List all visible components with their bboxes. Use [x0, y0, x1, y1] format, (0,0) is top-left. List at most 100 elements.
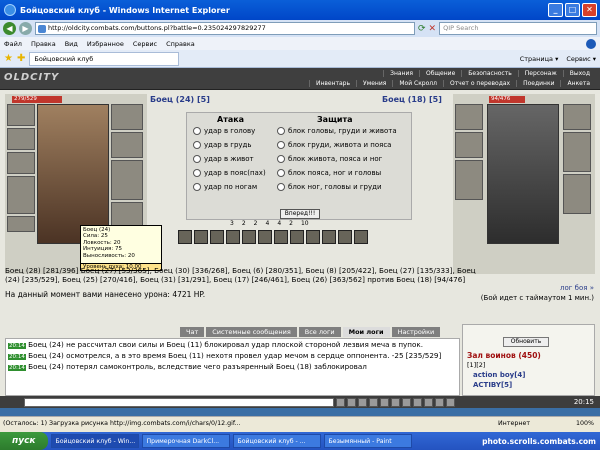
refresh-icon[interactable]: ⟳ — [418, 24, 426, 34]
skill-icon[interactable] — [210, 230, 224, 244]
close-button[interactable]: ✕ — [582, 3, 597, 17]
earring-slot[interactable] — [111, 104, 143, 130]
bracer-slot[interactable] — [7, 152, 35, 174]
menu-view[interactable]: Вид — [65, 40, 78, 48]
attack-stomach[interactable]: удар в живот — [193, 155, 254, 163]
settings-icon[interactable] — [435, 397, 444, 407]
chat-mode-icon[interactable] — [413, 397, 422, 407]
block-option-1[interactable]: блок головы, груди и живота — [277, 127, 397, 135]
right-fighter-name[interactable]: Боец (18) [5] — [382, 95, 442, 104]
forward-button[interactable]: ▶ — [19, 22, 32, 35]
stop-icon[interactable]: ✕ — [429, 24, 437, 34]
nav-inventory[interactable]: Инвентарь — [308, 80, 356, 87]
nav-my-scroll[interactable]: Мой Скролл — [392, 80, 443, 87]
nav-communication[interactable]: Общение — [418, 70, 461, 77]
scroll-icon[interactable] — [391, 397, 400, 407]
attack-legs[interactable]: удар по ногам — [193, 183, 257, 191]
send-icon[interactable] — [336, 397, 345, 407]
exit-icon[interactable] — [446, 397, 455, 407]
tab-all-logs[interactable]: Все логи — [298, 327, 341, 337]
tools-menu[interactable]: Сервис ▾ — [566, 55, 596, 63]
sound-icon[interactable] — [380, 397, 389, 407]
skill-icon[interactable] — [274, 230, 288, 244]
skill-icon[interactable] — [306, 230, 320, 244]
skill-icon[interactable] — [338, 230, 352, 244]
participants-line-2[interactable]: (24) [235/529], Боец (25) [270/416], Бое… — [5, 275, 595, 284]
refresh-button[interactable]: Обновить — [503, 337, 549, 347]
translit-icon[interactable] — [402, 397, 411, 407]
battle-log-link[interactable]: лог боя » — [560, 284, 594, 292]
online-user[interactable]: ACTIBY[5] — [473, 381, 512, 389]
menu-edit[interactable]: Правка — [31, 40, 56, 48]
radio-icon[interactable] — [277, 183, 285, 191]
block-option-3[interactable]: блок живота, пояса и ног — [277, 155, 382, 163]
nav-knowledge[interactable]: Знания — [383, 70, 419, 77]
radio-icon[interactable] — [193, 169, 201, 177]
radio-icon[interactable] — [277, 141, 285, 149]
menu-help[interactable]: Справка — [166, 40, 195, 48]
block-option-2[interactable]: блок груди, живота и пояса — [277, 141, 391, 149]
skill-icon[interactable] — [322, 230, 336, 244]
gloves-slot[interactable] — [111, 132, 143, 158]
clear-icon[interactable] — [358, 397, 367, 407]
radio-icon[interactable] — [193, 183, 201, 191]
radio-icon[interactable] — [193, 155, 201, 163]
people-icon[interactable] — [424, 397, 433, 407]
attack-go-button[interactable]: Вперед!!! — [280, 209, 320, 219]
task-paint[interactable]: Безымянный - Paint — [323, 434, 412, 448]
menu-file[interactable]: Файл — [4, 40, 22, 48]
address-input[interactable]: http://oldcity.combats.com/buttons.pl?ba… — [35, 22, 415, 35]
add-favorite-icon[interactable]: ✚ — [17, 53, 25, 64]
left-fighter-name[interactable]: Боец (24) [5] — [150, 95, 210, 104]
back-button[interactable]: ◀ — [3, 22, 16, 35]
zoom-level[interactable]: 100% — [576, 417, 594, 431]
task-fitting-room[interactable]: Примерочная DarkCl... — [141, 434, 230, 448]
tab-combats[interactable]: Бойцовский клуб — [29, 51, 180, 66]
armor-slot[interactable] — [7, 128, 35, 150]
block-option-4[interactable]: блок пояса, ног и головы — [277, 169, 381, 177]
filter-icon[interactable] — [369, 397, 378, 407]
tab-settings[interactable]: Настройки — [391, 327, 441, 337]
skill-icon[interactable] — [226, 230, 240, 244]
task-combats-2[interactable]: Бойцовский клуб - ... — [232, 434, 321, 448]
nav-exit[interactable]: Выход — [562, 70, 596, 77]
room-pages[interactable]: [1][2] — [467, 361, 485, 369]
page-menu[interactable]: Страница ▾ — [520, 55, 559, 63]
helmet-slot[interactable] — [7, 104, 35, 126]
favorites-star-icon[interactable]: ★ — [4, 53, 13, 64]
skill-icon[interactable] — [194, 230, 208, 244]
nav-character[interactable]: Персонаж — [517, 70, 563, 77]
radio-icon[interactable] — [277, 169, 285, 177]
radio-icon[interactable] — [277, 155, 285, 163]
nav-profile[interactable]: Анкета — [560, 80, 596, 87]
task-combats-1[interactable]: Бойцовский клуб - Win... — [50, 434, 139, 448]
attack-belt[interactable]: удар в пояс(пах) — [193, 169, 266, 177]
skill-icon[interactable] — [290, 230, 304, 244]
online-user[interactable]: action boy[4] — [473, 371, 526, 379]
nav-skills[interactable]: Умения — [356, 80, 392, 87]
menu-favorites[interactable]: Избранное — [87, 40, 124, 48]
tab-system[interactable]: Системные сообщения — [206, 327, 297, 337]
menu-tools[interactable]: Сервис — [133, 40, 157, 48]
minimize-button[interactable]: _ — [548, 3, 563, 17]
weapon-slot[interactable] — [7, 176, 35, 214]
block-option-5[interactable]: блок ног, головы и груди — [277, 183, 382, 191]
tab-chat[interactable]: Чат — [180, 327, 205, 337]
radio-icon[interactable] — [277, 127, 285, 135]
skill-icon[interactable] — [178, 230, 192, 244]
attack-head[interactable]: удар в голову — [193, 127, 255, 135]
search-input[interactable]: QIP Search — [439, 22, 597, 35]
radio-icon[interactable] — [193, 127, 201, 135]
chat-input[interactable] — [24, 397, 334, 407]
nav-security[interactable]: Безопасность — [461, 70, 518, 77]
tab-my-logs[interactable]: Мои логи — [342, 327, 390, 337]
skill-icon[interactable] — [354, 230, 368, 244]
participants-line-1[interactable]: Боец (28) [281/396] Боец (27) [53/365], … — [5, 266, 595, 275]
maximize-button[interactable]: □ — [565, 3, 580, 17]
smile-icon[interactable] — [347, 397, 356, 407]
nav-battles[interactable]: Поединки — [516, 80, 560, 87]
attack-chest[interactable]: удар в грудь — [193, 141, 252, 149]
belt-slot[interactable] — [7, 216, 35, 232]
skill-icon[interactable] — [242, 230, 256, 244]
skill-icon[interactable] — [258, 230, 272, 244]
